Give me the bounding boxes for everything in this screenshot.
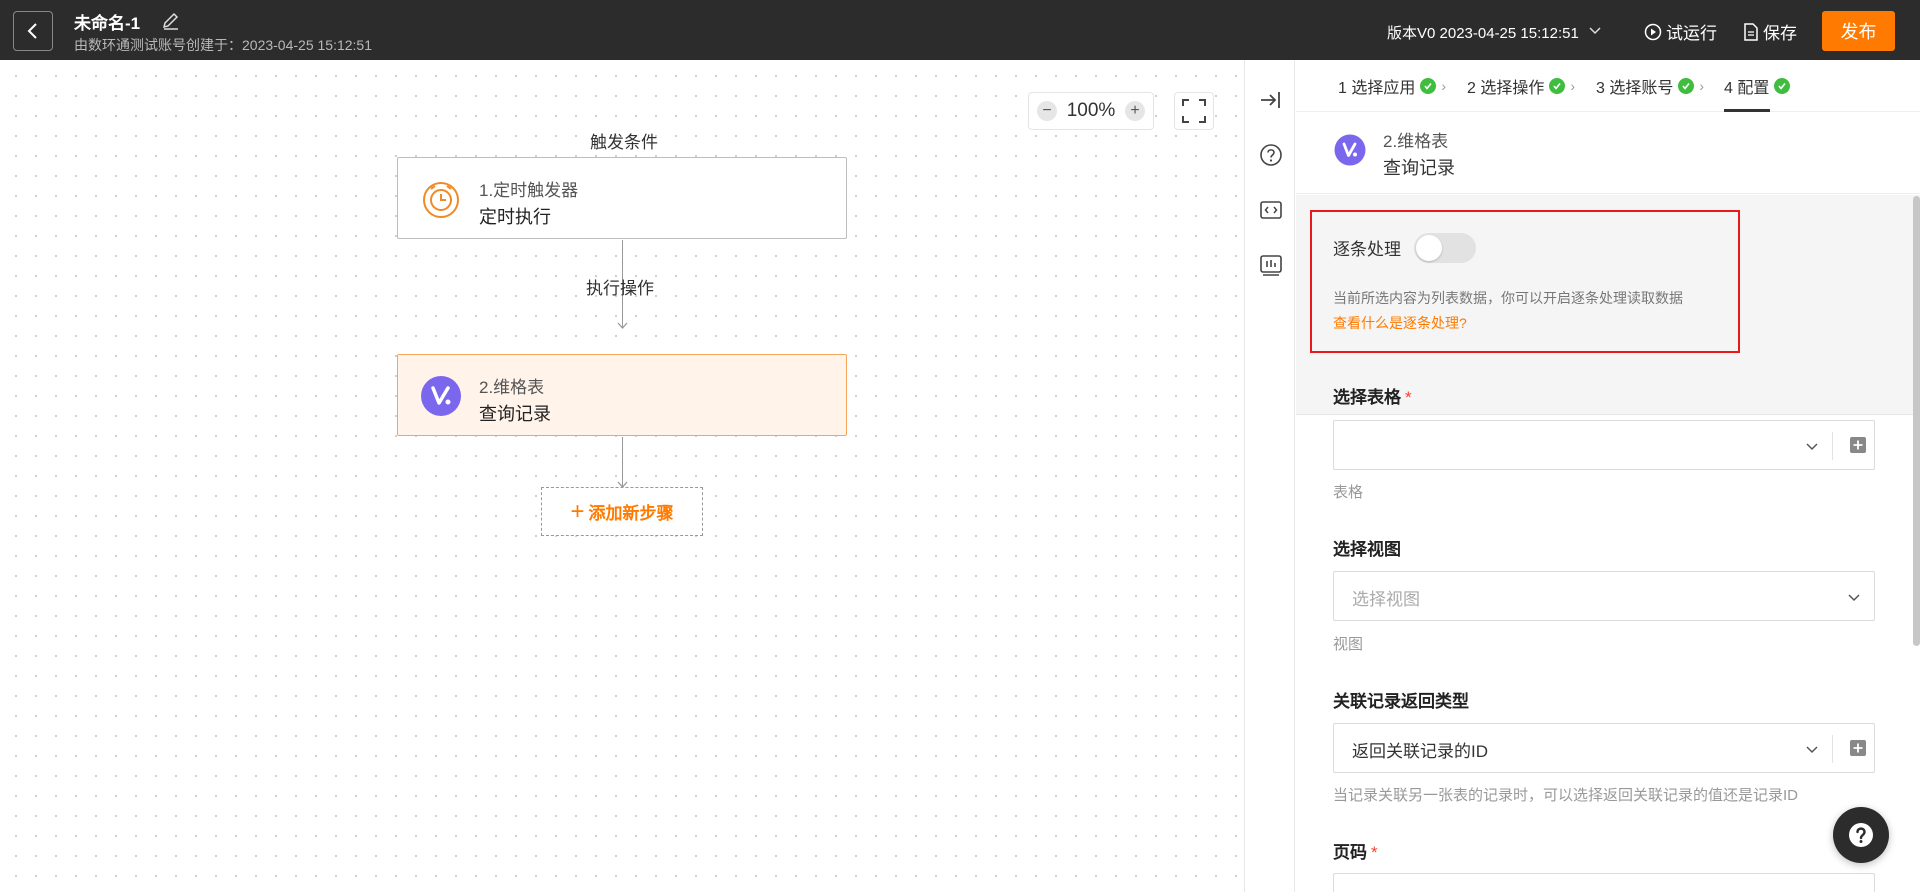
vika-logo-icon bbox=[1334, 134, 1366, 166]
chevron-right-icon: › bbox=[1699, 78, 1705, 94]
trigger-section-label: 触发条件 bbox=[590, 133, 658, 152]
step-select-account[interactable]: 3 选择账号 › bbox=[1596, 74, 1704, 98]
fullscreen-icon bbox=[1182, 99, 1206, 123]
table-field-label: 选择表格 * bbox=[1333, 383, 1412, 408]
chevron-down-icon[interactable] bbox=[1588, 24, 1602, 38]
step-label: 1 选择应用 bbox=[1338, 80, 1416, 97]
plus-icon: + bbox=[570, 497, 585, 525]
table-label-text: 选择表格 bbox=[1333, 388, 1401, 407]
table-field-hint: 表格 bbox=[1333, 484, 1364, 501]
item-processing-toggle[interactable] bbox=[1414, 233, 1476, 263]
step-navigation: 1 选择应用 › 2 选择操作 › 3 选择账号 › 4 配置 bbox=[1296, 60, 1920, 112]
check-circle-icon bbox=[1774, 78, 1791, 94]
view-select[interactable]: 选择视图 bbox=[1333, 571, 1875, 621]
step-label: 2 选择操作 bbox=[1467, 80, 1545, 97]
edit-icon[interactable] bbox=[160, 10, 182, 32]
required-mark: * bbox=[1371, 843, 1378, 862]
zoom-out-button[interactable]: − bbox=[1037, 101, 1057, 121]
save-label: 保存 bbox=[1763, 24, 1797, 43]
config-panel: 1 选择应用 › 2 选择操作 › 3 选择账号 › 4 配置 2.维格表 查询… bbox=[1296, 60, 1920, 892]
workflow-title: 未命名-1 bbox=[74, 14, 141, 33]
side-toolbar bbox=[1244, 60, 1295, 892]
chevron-right-icon: › bbox=[1570, 78, 1576, 94]
divider bbox=[1832, 432, 1833, 460]
zoom-level: 100% bbox=[1066, 100, 1116, 121]
item-processing-help-link[interactable]: 查看什么是逐条处理? bbox=[1333, 313, 1467, 333]
step-label: 4 配置 bbox=[1724, 80, 1770, 97]
check-circle-icon bbox=[1420, 78, 1437, 94]
created-info: 由数环通测试账号创建于：2023-04-25 15:12:51 bbox=[74, 37, 372, 53]
top-bar: 未命名-1 由数环通测试账号创建于：2023-04-25 15:12:51 版本… bbox=[0, 0, 1920, 60]
page-label-text: 页码 bbox=[1333, 843, 1367, 862]
chevron-down-icon bbox=[1848, 594, 1860, 602]
node-action-label: 定时执行 bbox=[479, 207, 551, 227]
vika-node[interactable]: 2.维格表 查询记录 bbox=[397, 354, 847, 436]
help-button[interactable] bbox=[1833, 807, 1889, 863]
chevron-down-icon bbox=[1806, 443, 1818, 451]
item-processing-label: 逐条处理 bbox=[1333, 240, 1401, 259]
required-mark: * bbox=[1405, 388, 1412, 407]
add-step-button[interactable]: + 添加新步骤 bbox=[541, 487, 703, 536]
add-step-label: 添加新步骤 bbox=[588, 504, 674, 523]
chevron-left-icon bbox=[27, 23, 37, 39]
check-circle-icon bbox=[1678, 78, 1695, 94]
panel-scrollbar[interactable] bbox=[1913, 196, 1920, 646]
play-circle-icon bbox=[1644, 23, 1662, 40]
alarm-clock-icon bbox=[423, 182, 459, 218]
zoom-in-button[interactable]: + bbox=[1124, 101, 1145, 121]
action-section-label: 执行操作 bbox=[586, 279, 654, 298]
question-icon bbox=[1849, 823, 1873, 847]
insert-variable-icon[interactable] bbox=[1849, 739, 1867, 757]
publish-button[interactable]: 发布 bbox=[1822, 11, 1895, 51]
step-select-app[interactable]: 1 选择应用 › bbox=[1338, 74, 1446, 98]
view-field-label: 选择视图 bbox=[1333, 540, 1401, 559]
test-run-button[interactable]: 试运行 bbox=[1644, 19, 1717, 44]
return-type-select[interactable]: 返回关联记录的ID bbox=[1333, 723, 1875, 773]
trigger-node[interactable]: 1.定时触发器 定时执行 bbox=[397, 157, 847, 239]
version-selector[interactable]: 版本V0 2023-04-25 15:12:51 bbox=[1387, 22, 1579, 43]
chevron-down-icon bbox=[1806, 746, 1818, 754]
return-type-field-hint: 当记录关联另一张表的记录时，可以选择返回关联记录的值还是记录ID bbox=[1333, 787, 1799, 804]
selected-app-header: 2.维格表 查询记录 bbox=[1296, 112, 1920, 194]
page-input[interactable] bbox=[1333, 873, 1875, 892]
page-field-label: 页码 * bbox=[1333, 838, 1378, 863]
vika-logo-icon bbox=[421, 376, 461, 416]
back-button[interactable] bbox=[13, 11, 53, 51]
app-action-label: 查询记录 bbox=[1383, 158, 1455, 178]
zoom-control: − 100% + bbox=[1028, 92, 1154, 130]
step-select-action[interactable]: 2 选择操作 › bbox=[1467, 74, 1575, 98]
insert-variable-icon[interactable] bbox=[1849, 436, 1867, 454]
test-run-label: 试运行 bbox=[1666, 24, 1717, 43]
return-type-field-label: 关联记录返回类型 bbox=[1333, 692, 1469, 711]
arrow-down-icon bbox=[617, 322, 628, 329]
node-action-label: 查询记录 bbox=[479, 404, 551, 424]
view-field-hint: 视图 bbox=[1333, 636, 1364, 653]
item-processing-description: 当前所选内容为列表数据，你可以开启逐条处理读取数据 bbox=[1333, 290, 1683, 306]
code-icon[interactable] bbox=[1258, 197, 1284, 223]
connector-line bbox=[622, 437, 623, 487]
app-step-label: 2.维格表 bbox=[1383, 132, 1449, 151]
document-icon bbox=[1744, 22, 1758, 41]
divider bbox=[1832, 735, 1833, 763]
check-circle-icon bbox=[1549, 78, 1566, 94]
chevron-right-icon: › bbox=[1441, 78, 1447, 94]
node-step-label: 2.维格表 bbox=[479, 378, 545, 397]
workflow-canvas[interactable]: − 100% + 触发条件 1.定时触发器 定时执行 执行操作 2.维格表 查询… bbox=[0, 60, 1244, 892]
log-icon[interactable] bbox=[1258, 252, 1284, 278]
collapse-panel-icon[interactable] bbox=[1258, 87, 1284, 113]
help-circle-icon[interactable] bbox=[1258, 142, 1284, 168]
fullscreen-button[interactable] bbox=[1174, 92, 1214, 130]
toggle-knob bbox=[1416, 235, 1442, 261]
view-select-placeholder: 选择视图 bbox=[1352, 590, 1420, 609]
return-type-value: 返回关联记录的ID bbox=[1352, 742, 1488, 761]
save-button[interactable]: 保存 bbox=[1743, 19, 1797, 44]
node-step-label: 1.定时触发器 bbox=[479, 181, 579, 200]
step-configure[interactable]: 4 配置 bbox=[1724, 74, 1791, 98]
table-select[interactable] bbox=[1333, 420, 1875, 470]
step-label: 3 选择账号 bbox=[1596, 80, 1674, 97]
